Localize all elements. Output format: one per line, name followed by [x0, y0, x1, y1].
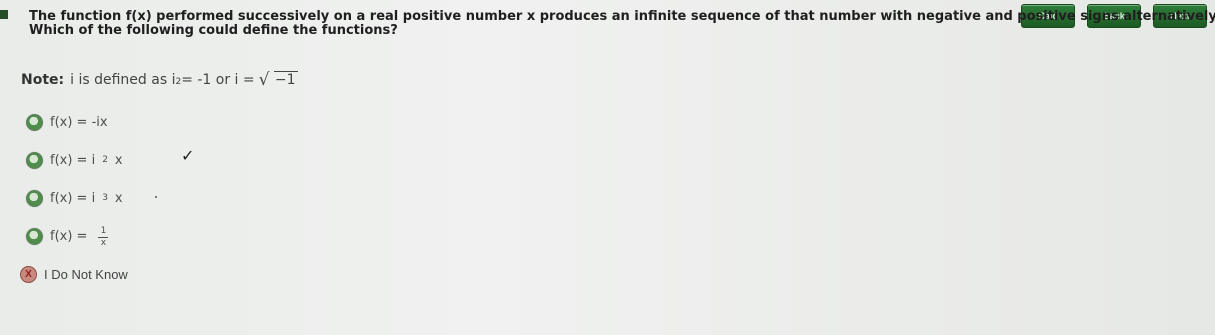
dont-know-option[interactable]: X I Do Not Know [20, 255, 326, 293]
answer-option-2[interactable]: f(x) = i 2 x [26, 141, 326, 179]
answer-option-4[interactable]: f(x) = 1 x [26, 217, 326, 255]
question-text: The function f(x) performed successively… [29, 9, 1215, 38]
radio-button-icon[interactable] [26, 227, 43, 245]
correct-checkmark-icon: ✓ [181, 146, 195, 165]
sqrt-inner-value: −1 [273, 71, 298, 88]
dont-know-label: I Do Not Know [44, 266, 128, 282]
question-line-1: The function f(x) performed successively… [29, 9, 1215, 24]
answer-option-2-exponent: 2 [102, 155, 108, 165]
fraction-numerator: 1 [100, 225, 107, 236]
small-dot-mark [155, 196, 157, 198]
sqrt-radical-icon: √ [258, 70, 270, 90]
radio-button-icon[interactable] [26, 189, 43, 207]
note-label: Note: [21, 72, 65, 88]
fraction-expression: 1 x [98, 225, 109, 248]
note-text-before-sup: i is defined as i [70, 72, 176, 88]
answer-option-2-suffix: x [114, 152, 123, 168]
answer-option-3[interactable]: f(x) = i 3 x [26, 179, 326, 217]
question-line-2: Which of the following could define the … [29, 23, 398, 38]
answer-option-3-exponent: 3 [102, 193, 108, 203]
sqrt-expression: √ −1 [259, 71, 298, 89]
left-edge-marker [0, 10, 8, 19]
answer-option-1[interactable]: f(x) = -ix [26, 103, 326, 141]
answer-list: f(x) = -ix f(x) = i 2 x f(x) = i 3 x f(x… [20, 103, 326, 293]
answer-option-2-prefix: f(x) = i [50, 152, 96, 168]
note-text-after-sup: = -1 or i = [181, 72, 255, 88]
fraction-denominator: x [100, 237, 107, 248]
radio-button-icon[interactable] [26, 113, 43, 131]
answer-option-3-prefix: f(x) = i [50, 190, 96, 206]
answer-option-4-prefix: f(x) = [50, 228, 88, 244]
note-text: Note: i is defined as i 2 = -1 or i = √ … [21, 71, 298, 91]
dont-know-x-icon[interactable]: X [20, 265, 37, 283]
radio-button-icon[interactable] [26, 151, 43, 169]
answer-option-3-suffix: x [114, 190, 123, 206]
answer-option-1-label: f(x) = -ix [50, 114, 108, 130]
